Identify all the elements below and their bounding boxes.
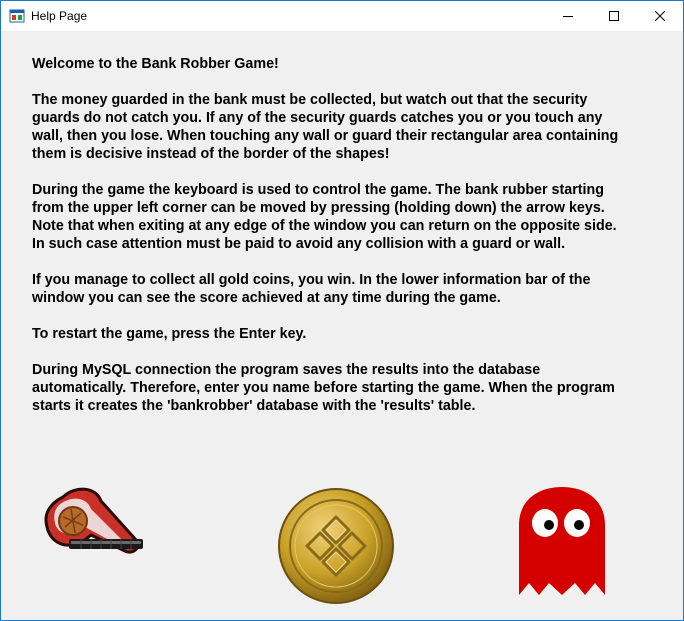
robber-sprite: [44, 487, 143, 554]
minimize-button[interactable]: [545, 1, 591, 31]
close-icon: [655, 11, 665, 21]
minimize-icon: [563, 16, 573, 17]
maximize-button[interactable]: [591, 1, 637, 31]
window-app-icon: [9, 9, 25, 23]
window-title: Help Page: [31, 9, 88, 23]
rules-paragraph: The money guarded in the bank must be co…: [32, 92, 619, 162]
red-ghost-guard: [519, 487, 605, 595]
title-bar[interactable]: Help Page: [1, 1, 683, 31]
controls-paragraph: During the game the keyboard is used to …: [32, 182, 617, 252]
maximize-icon: [609, 11, 619, 21]
win-paragraph: If you manage to collect all gold coins,…: [32, 272, 591, 306]
help-window: Help Page Welcome to the Bank Robber Gam…: [0, 0, 684, 621]
welcome-heading: Welcome to the Bank Robber Game!: [32, 56, 279, 72]
database-paragraph: During MySQL connection the program save…: [32, 362, 615, 414]
help-text: Welcome to the Bank Robber Game! The mon…: [32, 55, 632, 433]
close-button[interactable]: [637, 1, 683, 31]
restart-paragraph: To restart the game, press the Enter key…: [32, 326, 307, 342]
gold-coin: [278, 488, 394, 604]
